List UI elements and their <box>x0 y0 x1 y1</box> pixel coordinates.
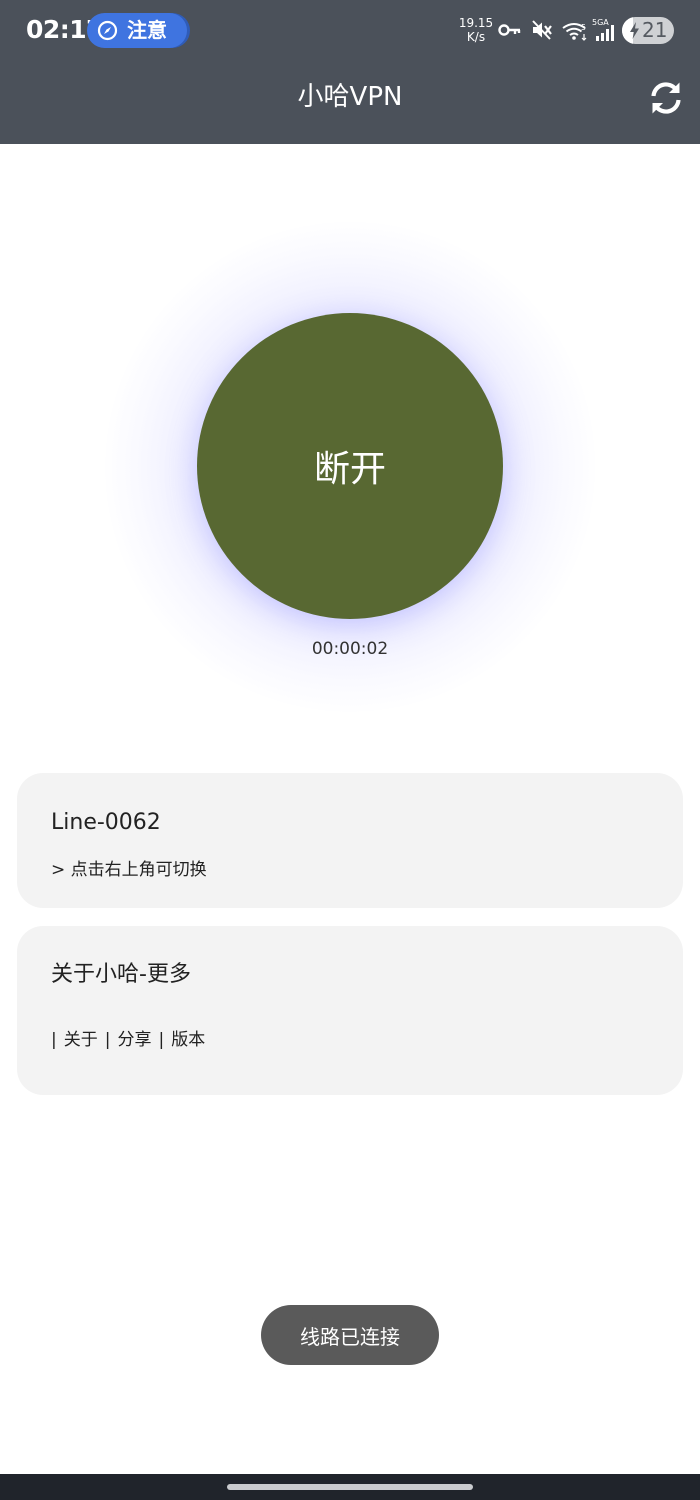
app-bar: 小哈VPN <box>0 62 700 144</box>
attention-label: 注意 <box>127 18 167 42</box>
toast-message: 线路已连接 <box>261 1305 439 1365</box>
status-bar: 02:17 注意 19.15 K/s 5 5GA 21 <box>0 0 700 62</box>
switch-line-hint: > 点击右上角可切换 <box>51 860 207 880</box>
link-separator: | <box>51 1030 57 1050</box>
wifi-badge: 5 <box>581 23 586 32</box>
attention-notification-pill[interactable]: 注意 <box>87 13 187 48</box>
connection-timer: 00:00:02 <box>311 639 389 659</box>
about-card: 关于小哈-更多 | 关于 | 分享 | 版本 <box>17 926 683 1095</box>
navigation-bar <box>0 1474 700 1500</box>
network-speed: 19.15 K/s <box>455 16 497 44</box>
app-title: 小哈VPN <box>297 82 403 112</box>
about-title: 关于小哈-更多 <box>51 962 191 987</box>
charging-icon <box>630 22 639 39</box>
refresh-icon <box>651 82 681 114</box>
battery-indicator: 21 <box>622 17 674 44</box>
network-speed-value: 19.15 <box>458 16 494 30</box>
link-separator: | <box>158 1030 165 1050</box>
line-card[interactable]: Line-0062 > 点击右上角可切换 <box>17 773 683 908</box>
about-link[interactable]: 关于 <box>64 1028 98 1052</box>
mute-icon <box>532 20 552 40</box>
version-link[interactable]: 版本 <box>171 1028 205 1052</box>
wifi-icon: 5 <box>562 23 587 41</box>
home-indicator[interactable] <box>227 1484 473 1490</box>
share-link[interactable]: 分享 <box>117 1028 151 1052</box>
link-separator: | <box>104 1030 111 1050</box>
cellular-signal-icon: 5GA <box>591 18 617 42</box>
battery-level: 21 <box>642 18 668 42</box>
about-links: | 关于 | 分享 | 版本 <box>51 1028 212 1052</box>
compass-icon <box>97 20 118 41</box>
refresh-button[interactable] <box>640 72 692 124</box>
disconnect-button[interactable]: 断开 <box>197 313 503 619</box>
network-speed-unit: K/s <box>466 30 486 44</box>
key-icon <box>498 24 521 36</box>
line-name: Line-0062 <box>51 810 161 835</box>
